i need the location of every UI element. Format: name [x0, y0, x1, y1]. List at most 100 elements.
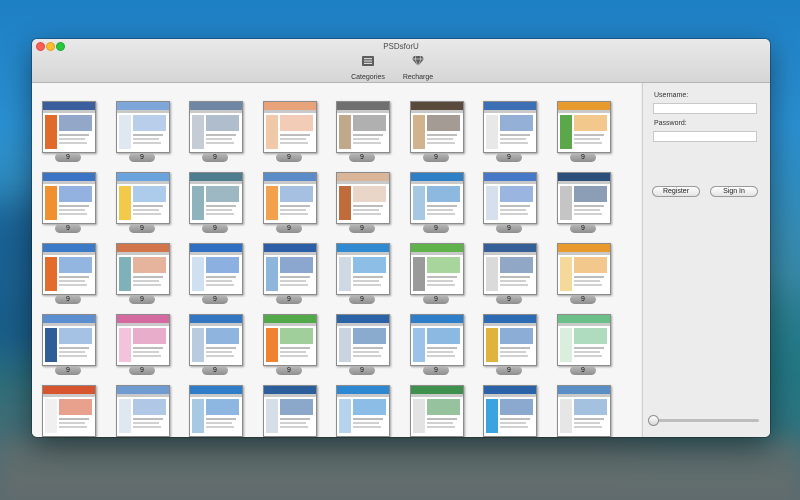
template-thumbnail[interactable] — [557, 172, 611, 224]
template-item[interactable]: 9 — [483, 172, 539, 233]
template-thumbnail[interactable] — [336, 314, 390, 366]
template-thumbnail[interactable] — [116, 172, 170, 224]
template-item[interactable]: 9 — [263, 314, 319, 375]
template-item[interactable]: 9 — [189, 101, 245, 162]
thumbnail-text-line — [59, 355, 87, 357]
template-item[interactable]: 9 — [116, 172, 172, 233]
template-thumbnail[interactable] — [410, 314, 464, 366]
template-thumbnail[interactable] — [336, 172, 390, 224]
template-item[interactable]: 9 — [410, 243, 466, 304]
toolbar-recharge-button[interactable]: Recharge — [396, 55, 440, 81]
template-item[interactable]: 9 — [116, 314, 172, 375]
template-thumbnail[interactable] — [189, 243, 243, 295]
template-thumbnail[interactable] — [410, 243, 464, 295]
template-item[interactable]: 9 — [410, 314, 466, 375]
template-item[interactable]: 9 — [336, 243, 392, 304]
zoom-slider-track[interactable] — [653, 419, 759, 422]
template-thumbnail[interactable] — [483, 385, 537, 437]
template-item[interactable]: 9 — [42, 172, 98, 233]
template-thumbnail[interactable] — [410, 172, 464, 224]
template-item[interactable]: 9 — [116, 385, 172, 437]
template-item[interactable]: 9 — [42, 243, 98, 304]
register-button[interactable]: Register — [652, 186, 700, 197]
template-thumbnail[interactable] — [189, 172, 243, 224]
thumbnail-text-line — [500, 276, 530, 278]
template-item[interactable]: 9 — [483, 314, 539, 375]
template-item[interactable]: 9 — [42, 314, 98, 375]
template-item[interactable]: 9 — [410, 101, 466, 162]
template-item[interactable]: 9 — [42, 385, 98, 437]
template-item[interactable]: 9 — [557, 243, 613, 304]
thumbnail-sidebar — [486, 399, 498, 433]
sign-in-button[interactable]: Sign In — [710, 186, 758, 197]
template-item[interactable]: 9 — [42, 101, 98, 162]
template-item[interactable]: 9 — [410, 172, 466, 233]
template-item[interactable]: 9 — [263, 172, 319, 233]
template-item[interactable]: 9 — [189, 172, 245, 233]
template-thumbnail[interactable] — [483, 243, 537, 295]
template-thumbnail[interactable] — [116, 314, 170, 366]
template-item[interactable]: 9 — [557, 314, 613, 375]
thumbnail-text-line — [427, 280, 453, 282]
template-item[interactable]: 9 — [116, 101, 172, 162]
username-field[interactable] — [653, 103, 757, 114]
template-item[interactable]: 9 — [116, 243, 172, 304]
template-thumbnail[interactable] — [42, 243, 96, 295]
template-item[interactable]: 9 — [189, 314, 245, 375]
thumbnail-nav — [411, 181, 463, 184]
thumbnail-text-line — [133, 138, 159, 140]
template-item[interactable]: 9 — [189, 243, 245, 304]
template-thumbnail[interactable] — [336, 243, 390, 295]
template-thumbnail[interactable] — [483, 172, 537, 224]
template-thumbnail[interactable] — [116, 101, 170, 153]
template-thumbnail[interactable] — [557, 314, 611, 366]
template-thumbnail[interactable] — [483, 314, 537, 366]
template-thumbnail[interactable] — [557, 101, 611, 153]
template-item[interactable]: 9 — [263, 385, 319, 437]
thumbnail-text-line — [427, 426, 455, 428]
template-thumbnail[interactable] — [557, 243, 611, 295]
template-item[interactable]: 9 — [483, 101, 539, 162]
template-thumbnail[interactable] — [336, 101, 390, 153]
template-thumbnail[interactable] — [263, 172, 317, 224]
template-thumbnail[interactable] — [263, 243, 317, 295]
thumbnail-nav — [43, 252, 95, 255]
template-item[interactable]: 9 — [557, 101, 613, 162]
template-item[interactable]: 9 — [189, 385, 245, 437]
template-item[interactable]: 9 — [336, 314, 392, 375]
template-item[interactable]: 9 — [263, 243, 319, 304]
template-thumbnail[interactable] — [42, 101, 96, 153]
template-item[interactable]: 9 — [557, 385, 613, 437]
price-badge: 9 — [349, 153, 375, 162]
template-thumbnail[interactable] — [483, 101, 537, 153]
thumbnail-text-line — [59, 422, 85, 424]
template-thumbnail[interactable] — [42, 385, 96, 437]
template-item[interactable]: 9 — [483, 385, 539, 437]
template-thumbnail[interactable] — [42, 172, 96, 224]
template-item[interactable]: 9 — [263, 101, 319, 162]
template-thumbnail[interactable] — [189, 314, 243, 366]
template-thumbnail[interactable] — [116, 385, 170, 437]
toolbar-categories-button[interactable]: Categories — [346, 55, 390, 81]
template-thumbnail[interactable] — [557, 385, 611, 437]
template-thumbnail[interactable] — [263, 314, 317, 366]
template-thumbnail[interactable] — [189, 385, 243, 437]
password-field[interactable] — [653, 131, 757, 142]
template-thumbnail[interactable] — [116, 243, 170, 295]
template-item[interactable]: 9 — [483, 243, 539, 304]
template-thumbnail[interactable] — [410, 385, 464, 437]
template-item[interactable]: 9 — [410, 385, 466, 437]
template-item[interactable]: 9 — [557, 172, 613, 233]
thumbnail-text-line — [280, 355, 308, 357]
thumbnail-nav — [264, 252, 316, 255]
template-item[interactable]: 9 — [336, 385, 392, 437]
template-item[interactable]: 9 — [336, 101, 392, 162]
template-thumbnail[interactable] — [410, 101, 464, 153]
zoom-slider-knob[interactable] — [648, 415, 659, 426]
template-thumbnail[interactable] — [336, 385, 390, 437]
template-thumbnail[interactable] — [263, 101, 317, 153]
template-thumbnail[interactable] — [263, 385, 317, 437]
template-item[interactable]: 9 — [336, 172, 392, 233]
template-thumbnail[interactable] — [42, 314, 96, 366]
template-thumbnail[interactable] — [189, 101, 243, 153]
